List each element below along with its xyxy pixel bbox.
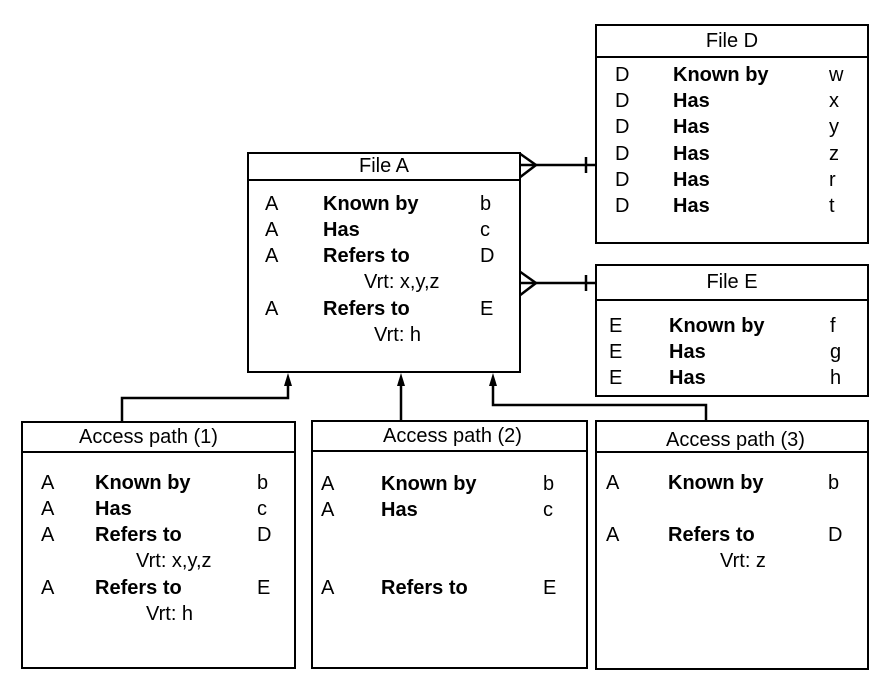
arrowhead-ap1 (284, 373, 292, 386)
arrowhead-ap2 (397, 373, 405, 386)
access-path-title: Access path (1) (23, 423, 294, 453)
vrt-label: Vrt: x,y,z (136, 550, 212, 572)
access-path-2[interactable]: Access path (2) A Known by b A Has c A R… (311, 420, 588, 669)
entity-title: File D (597, 26, 867, 58)
vrt-label: Vrt: h (374, 324, 422, 346)
access-path-title: Access path (2) (313, 422, 586, 452)
entity-title: File A (249, 154, 519, 181)
connector-ap1-a (120, 380, 290, 422)
access-path-1[interactable]: Access path (1) A Known by b A Has c A R… (21, 421, 296, 669)
vrt-label: Vrt: z (720, 550, 766, 572)
access-path-title: Access path (3) (597, 422, 867, 453)
entity-file-e[interactable]: File E E Known by f E Has g E Has h (595, 264, 869, 397)
entity-file-d[interactable]: File D D Known by w D Has x D Has y D Ha… (595, 24, 869, 244)
vrt-label: Vrt: x,y,z (364, 271, 440, 293)
entity-file-a[interactable]: File A A Known by b A Has c A Refers to … (247, 152, 521, 373)
access-path-3[interactable]: Access path (3) A Known by b A Refers to… (595, 420, 869, 670)
arrowhead-ap3 (489, 373, 497, 386)
vrt-label: Vrt: h (146, 603, 194, 625)
entity-title: File E (597, 266, 867, 301)
